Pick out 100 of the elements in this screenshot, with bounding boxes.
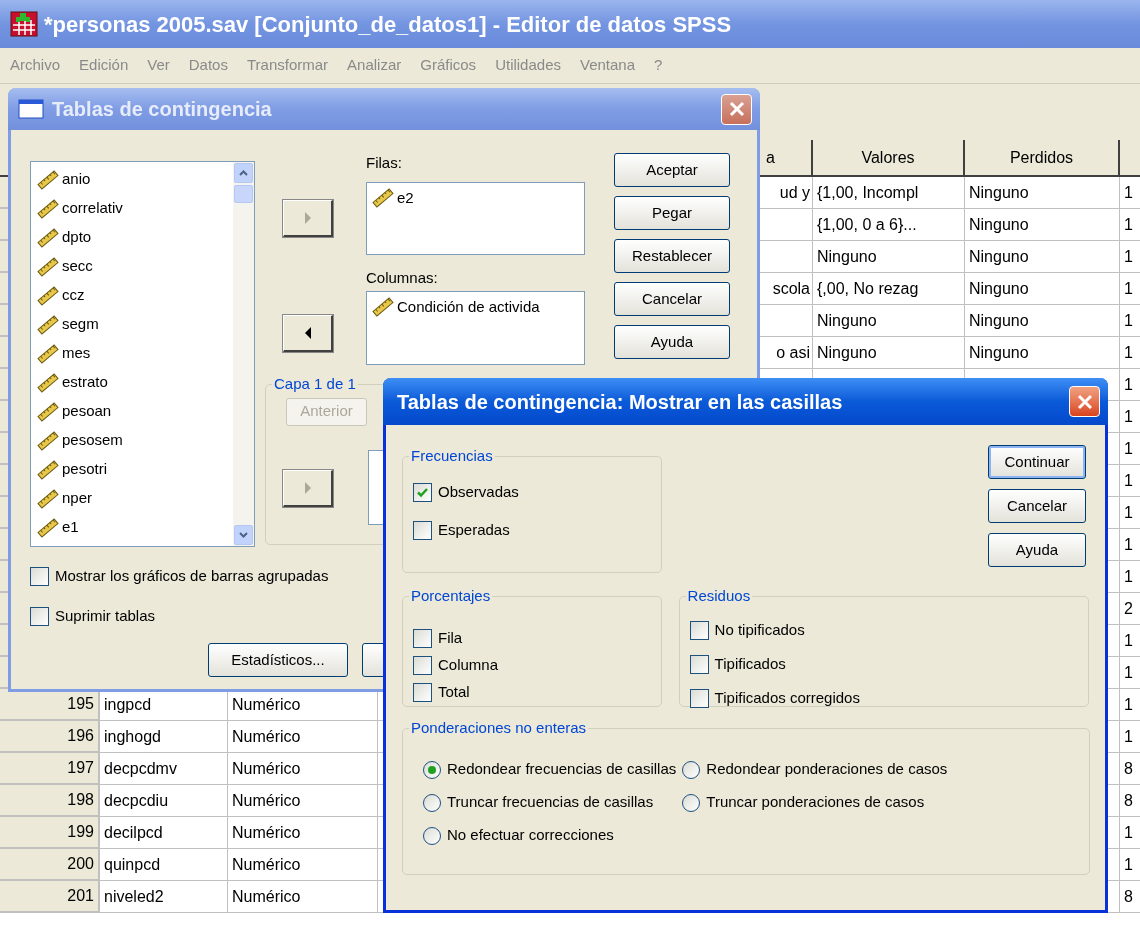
checkbox[interactable] bbox=[689, 689, 709, 708]
columns-list[interactable]: Condición de activida bbox=[366, 291, 585, 365]
table-cell: Numérico bbox=[228, 849, 378, 881]
table-cell: 8 bbox=[1120, 881, 1140, 913]
variable-name[interactable]: e2 bbox=[397, 186, 414, 210]
close-button[interactable] bbox=[721, 93, 752, 125]
variable-name[interactable]: Condición de activida bbox=[397, 295, 540, 319]
table-cell: 1 bbox=[1120, 241, 1140, 273]
checkbox[interactable] bbox=[30, 606, 49, 626]
triangle-right-icon bbox=[303, 212, 312, 224]
table-cell: 1 bbox=[1120, 561, 1140, 593]
triangle-left-icon bbox=[303, 327, 312, 339]
checkbox-label: Suprimir tablas bbox=[55, 605, 156, 626]
radio-label: Truncar frecuencias de casillas bbox=[447, 792, 654, 813]
scroll-thumb[interactable] bbox=[234, 185, 253, 203]
radio-label: Truncar ponderaciones de casos bbox=[706, 792, 925, 813]
variable-name[interactable]: estrato bbox=[62, 371, 108, 394]
move-button[interactable] bbox=[283, 315, 333, 352]
column-header[interactable]: Valores bbox=[813, 140, 965, 177]
radio-button[interactable] bbox=[682, 793, 701, 812]
scrollbar[interactable] bbox=[233, 162, 254, 546]
variable-name[interactable]: secc bbox=[62, 255, 93, 278]
radio-button[interactable] bbox=[423, 826, 441, 845]
table-cell: 1 bbox=[1120, 529, 1140, 561]
row-number: 196 bbox=[0, 721, 100, 753]
row-number: 197 bbox=[0, 753, 100, 785]
table-cell: 1 bbox=[1120, 497, 1140, 529]
variable-name[interactable]: pesoan bbox=[62, 400, 112, 423]
table-cell: quinpcd bbox=[100, 849, 228, 881]
table-cell: 8 bbox=[1120, 753, 1140, 785]
checkbox-label: Fila bbox=[438, 628, 463, 649]
checkbox[interactable] bbox=[689, 655, 709, 674]
variable-name[interactable]: pesotri bbox=[62, 458, 108, 481]
table-cell: 1 bbox=[1120, 401, 1140, 433]
variable-name[interactable]: nper bbox=[62, 487, 93, 510]
table-cell: 1 bbox=[1120, 177, 1140, 209]
checkbox-label: Esperadas bbox=[438, 520, 510, 541]
dialog-button[interactable]: Continuar bbox=[988, 445, 1086, 479]
variable-list[interactable]: anio correlativ dpto secc ccz segm mes estrato pesoan pesosem pesotri nper e1 bbox=[30, 161, 255, 547]
variable-name[interactable]: e1 bbox=[62, 516, 79, 539]
table-cell: 8 bbox=[1120, 785, 1140, 817]
table-cell: Ninguno bbox=[965, 241, 1120, 273]
radio-button[interactable] bbox=[423, 760, 441, 779]
variable-name[interactable]: ccz bbox=[62, 284, 85, 307]
close-icon bbox=[1076, 393, 1093, 410]
variable-name[interactable]: pesosem bbox=[62, 429, 123, 452]
checkbox[interactable] bbox=[413, 683, 432, 702]
table-cell: 1 bbox=[1120, 657, 1140, 689]
checkbox[interactable] bbox=[413, 483, 432, 502]
table-cell: Ninguno bbox=[965, 337, 1120, 369]
table-cell: niveled2 bbox=[100, 881, 228, 913]
checkbox-label: Tipificados corregidos bbox=[714, 688, 860, 709]
checkbox[interactable] bbox=[689, 621, 709, 640]
dialog-button[interactable]: Estadísticos... bbox=[208, 643, 348, 677]
dialog-button[interactable]: Pegar bbox=[614, 196, 730, 230]
radio-button[interactable] bbox=[423, 793, 441, 812]
table-cell: 1 bbox=[1120, 689, 1140, 721]
triangle-right-icon bbox=[303, 481, 312, 494]
table-cell: Numérico bbox=[228, 785, 378, 817]
dialog-button[interactable]: Ayuda bbox=[988, 533, 1086, 567]
close-button[interactable] bbox=[1069, 386, 1100, 417]
variable-name[interactable]: dpto bbox=[62, 226, 92, 249]
column-header[interactable]: Perdidos bbox=[965, 140, 1120, 177]
table-cell: 1 bbox=[1120, 625, 1140, 657]
rows-list[interactable]: e2 bbox=[366, 182, 585, 255]
table-cell: Numérico bbox=[228, 721, 378, 753]
check-icon bbox=[416, 486, 429, 499]
app-icon bbox=[10, 11, 38, 37]
table-cell: 1 bbox=[1120, 369, 1140, 401]
radio-label: No efectuar correcciones bbox=[447, 825, 614, 846]
group-label: Capa 1 de 1 bbox=[273, 374, 357, 394]
dialog-button[interactable]: Aceptar bbox=[614, 153, 730, 187]
window-title: *personas 2005.sav [Conjunto_de_datos1] - Editor de datos SPSS bbox=[44, 10, 732, 39]
table-cell: 1 bbox=[1120, 337, 1140, 369]
variable-name[interactable]: correlativ bbox=[62, 197, 123, 220]
dialog-button[interactable]: Cancelar bbox=[988, 489, 1086, 523]
dialog-button[interactable]: Cancelar bbox=[614, 282, 730, 316]
dialog-button[interactable]: Restablecer bbox=[614, 239, 730, 273]
table-cell: Ninguno bbox=[965, 177, 1120, 209]
table-cell: 1 bbox=[1120, 209, 1140, 241]
table-cell: 1 bbox=[1120, 305, 1140, 337]
group-label: Residuos bbox=[686, 586, 752, 606]
checkbox[interactable] bbox=[30, 566, 49, 586]
row-number: 198 bbox=[0, 785, 100, 817]
dialog-button[interactable]: Ayuda bbox=[614, 325, 730, 359]
group-label: Ponderaciones no enteras bbox=[410, 718, 588, 738]
variable-name[interactable]: mes bbox=[62, 342, 91, 365]
checkbox-label: No tipificados bbox=[714, 620, 805, 641]
table-cell: Numérico bbox=[228, 817, 378, 849]
checkbox[interactable] bbox=[413, 521, 432, 540]
checkbox-label: Observadas bbox=[438, 482, 519, 503]
table-cell: Numérico bbox=[228, 881, 378, 913]
dialog-title: Tablas de contingencia bbox=[52, 97, 272, 122]
checkbox[interactable] bbox=[413, 656, 432, 675]
variable-name[interactable]: segm bbox=[62, 313, 99, 336]
table-cell: 1 bbox=[1120, 465, 1140, 497]
radio-button[interactable] bbox=[682, 760, 701, 779]
checkbox[interactable] bbox=[413, 629, 432, 648]
table-cell: Ninguno bbox=[813, 337, 965, 369]
variable-name[interactable]: anio bbox=[62, 168, 91, 191]
